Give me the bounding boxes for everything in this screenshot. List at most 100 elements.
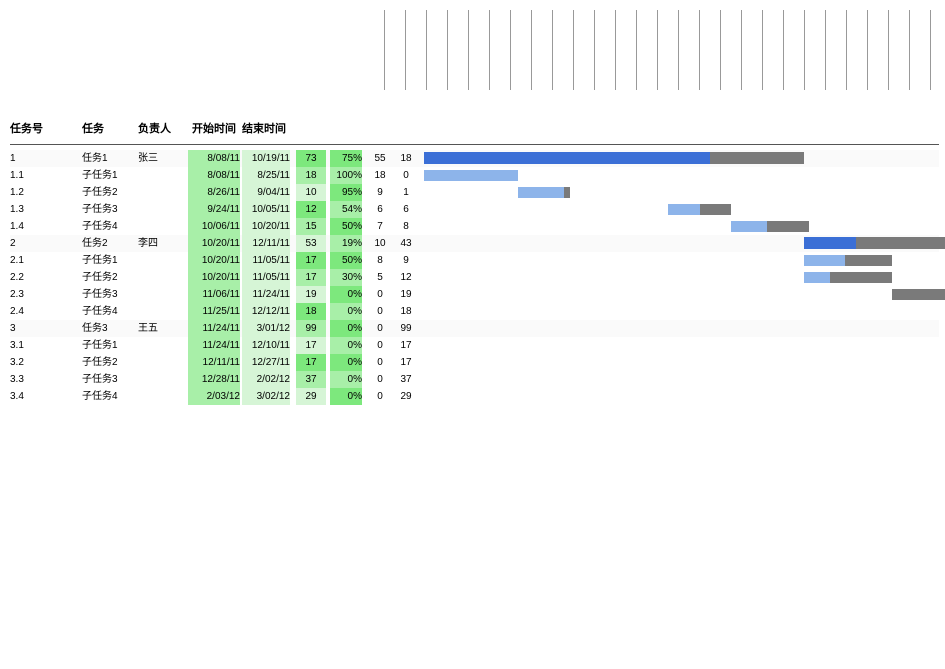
cell-remaining[interactable]: 29 xyxy=(394,388,418,405)
cell-end[interactable]: 12/10/11 xyxy=(242,337,290,354)
cell-duration[interactable]: 73 xyxy=(296,150,326,167)
cell-owner[interactable] xyxy=(138,269,180,286)
cell-end[interactable]: 9/04/11 xyxy=(242,184,290,201)
cell-id[interactable]: 2.1 xyxy=(10,252,40,269)
task-row[interactable]: 1.3子任务39/24/1110/05/111254%66 xyxy=(10,201,939,218)
cell-owner[interactable] xyxy=(138,337,180,354)
cell-percent[interactable]: 0% xyxy=(330,371,362,388)
task-row[interactable]: 1.2子任务28/26/119/04/111095%91 xyxy=(10,184,939,201)
cell-task[interactable]: 子任务1 xyxy=(82,252,137,269)
cell-start[interactable]: 11/24/11 xyxy=(188,320,240,337)
cell-percent[interactable]: 0% xyxy=(330,320,362,337)
cell-task[interactable]: 子任务4 xyxy=(82,388,137,405)
cell-done[interactable]: 0 xyxy=(368,320,392,337)
cell-owner[interactable] xyxy=(138,388,180,405)
cell-duration[interactable]: 17 xyxy=(296,252,326,269)
cell-duration[interactable]: 18 xyxy=(296,167,326,184)
cell-end[interactable]: 12/27/11 xyxy=(242,354,290,371)
task-row[interactable]: 1.4子任务410/06/1110/20/111550%78 xyxy=(10,218,939,235)
cell-percent[interactable]: 75% xyxy=(330,150,362,167)
task-row[interactable]: 3.4子任务42/03/123/02/12290%029 xyxy=(10,388,939,405)
cell-duration[interactable]: 37 xyxy=(296,371,326,388)
cell-percent[interactable]: 50% xyxy=(330,252,362,269)
cell-end[interactable]: 2/02/12 xyxy=(242,371,290,388)
cell-task[interactable]: 子任务1 xyxy=(82,167,137,184)
cell-remaining[interactable]: 37 xyxy=(394,371,418,388)
cell-start[interactable]: 2/03/12 xyxy=(188,388,240,405)
cell-start[interactable]: 10/06/11 xyxy=(188,218,240,235)
cell-end[interactable]: 8/25/11 xyxy=(242,167,290,184)
cell-done[interactable]: 0 xyxy=(368,337,392,354)
cell-percent[interactable]: 54% xyxy=(330,201,362,218)
cell-remaining[interactable]: 17 xyxy=(394,354,418,371)
cell-start[interactable]: 10/20/11 xyxy=(188,235,240,252)
cell-task[interactable]: 子任务2 xyxy=(82,354,137,371)
cell-start[interactable]: 9/24/11 xyxy=(188,201,240,218)
cell-owner[interactable] xyxy=(138,218,180,235)
cell-end[interactable]: 11/05/11 xyxy=(242,269,290,286)
cell-done[interactable]: 5 xyxy=(368,269,392,286)
cell-task[interactable]: 子任务2 xyxy=(82,184,137,201)
task-row[interactable]: 3.3子任务312/28/112/02/12370%037 xyxy=(10,371,939,388)
cell-percent[interactable]: 95% xyxy=(330,184,362,201)
cell-remaining[interactable]: 1 xyxy=(394,184,418,201)
cell-id[interactable]: 3.4 xyxy=(10,388,40,405)
cell-id[interactable]: 1.2 xyxy=(10,184,40,201)
cell-remaining[interactable]: 6 xyxy=(394,201,418,218)
cell-start[interactable]: 8/08/11 xyxy=(188,150,240,167)
cell-id[interactable]: 2.2 xyxy=(10,269,40,286)
cell-task[interactable]: 任务1 xyxy=(82,150,137,167)
cell-start[interactable]: 11/06/11 xyxy=(188,286,240,303)
cell-duration[interactable]: 10 xyxy=(296,184,326,201)
cell-end[interactable]: 12/11/11 xyxy=(242,235,290,252)
cell-done[interactable]: 18 xyxy=(368,167,392,184)
cell-done[interactable]: 0 xyxy=(368,286,392,303)
task-row[interactable]: 3.1子任务111/24/1112/10/11170%017 xyxy=(10,337,939,354)
cell-end[interactable]: 10/20/11 xyxy=(242,218,290,235)
task-row[interactable]: 2.2子任务210/20/1111/05/111730%512 xyxy=(10,269,939,286)
cell-remaining[interactable]: 8 xyxy=(394,218,418,235)
cell-id[interactable]: 3 xyxy=(10,320,40,337)
cell-percent[interactable]: 0% xyxy=(330,337,362,354)
cell-start[interactable]: 12/28/11 xyxy=(188,371,240,388)
task-row-major[interactable]: 3任务3王五11/24/113/01/12990%099 xyxy=(10,320,939,337)
cell-remaining[interactable]: 43 xyxy=(394,235,418,252)
cell-owner[interactable] xyxy=(138,286,180,303)
cell-duration[interactable]: 17 xyxy=(296,337,326,354)
cell-duration[interactable]: 17 xyxy=(296,269,326,286)
cell-id[interactable]: 1.3 xyxy=(10,201,40,218)
task-row[interactable]: 2.4子任务411/25/1112/12/11180%018 xyxy=(10,303,939,320)
cell-id[interactable]: 2.4 xyxy=(10,303,40,320)
cell-end[interactable]: 10/19/11 xyxy=(242,150,290,167)
cell-end[interactable]: 11/05/11 xyxy=(242,252,290,269)
cell-start[interactable]: 11/25/11 xyxy=(188,303,240,320)
task-row[interactable]: 2.3子任务311/06/1111/24/11190%019 xyxy=(10,286,939,303)
cell-end[interactable]: 10/05/11 xyxy=(242,201,290,218)
cell-start[interactable]: 10/20/11 xyxy=(188,252,240,269)
cell-owner[interactable] xyxy=(138,354,180,371)
cell-remaining[interactable]: 12 xyxy=(394,269,418,286)
cell-remaining[interactable]: 19 xyxy=(394,286,418,303)
cell-task[interactable]: 任务3 xyxy=(82,320,137,337)
cell-end[interactable]: 11/24/11 xyxy=(242,286,290,303)
task-row[interactable]: 3.2子任务212/11/1112/27/11170%017 xyxy=(10,354,939,371)
cell-task[interactable]: 子任务3 xyxy=(82,286,137,303)
cell-owner[interactable] xyxy=(138,252,180,269)
cell-percent[interactable]: 100% xyxy=(330,167,362,184)
cell-remaining[interactable]: 0 xyxy=(394,167,418,184)
cell-owner[interactable] xyxy=(138,184,180,201)
cell-owner[interactable]: 王五 xyxy=(138,320,180,337)
cell-remaining[interactable]: 99 xyxy=(394,320,418,337)
cell-id[interactable]: 3.1 xyxy=(10,337,40,354)
cell-remaining[interactable]: 18 xyxy=(394,303,418,320)
cell-task[interactable]: 子任务2 xyxy=(82,269,137,286)
cell-end[interactable]: 3/02/12 xyxy=(242,388,290,405)
cell-duration[interactable]: 99 xyxy=(296,320,326,337)
cell-end[interactable]: 12/12/11 xyxy=(242,303,290,320)
cell-start[interactable]: 10/20/11 xyxy=(188,269,240,286)
cell-duration[interactable]: 53 xyxy=(296,235,326,252)
cell-duration[interactable]: 15 xyxy=(296,218,326,235)
cell-task[interactable]: 子任务3 xyxy=(82,371,137,388)
cell-task[interactable]: 子任务3 xyxy=(82,201,137,218)
cell-task[interactable]: 子任务4 xyxy=(82,218,137,235)
